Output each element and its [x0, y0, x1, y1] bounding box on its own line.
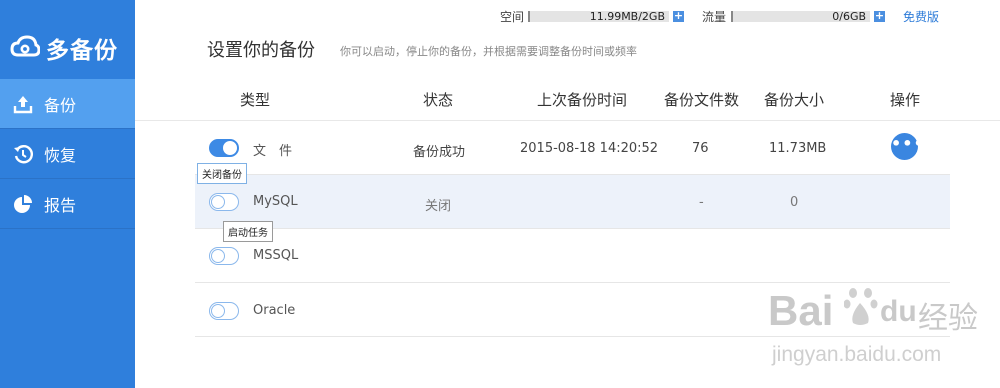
logo[interactable]: 多备份 [10, 30, 118, 66]
sidebar-item-label: 恢复 [44, 145, 77, 165]
header-size: 备份大小 [764, 91, 825, 109]
sidebar-item-report[interactable]: 报告 [0, 179, 135, 229]
header-type: 类型 [240, 91, 271, 109]
table-row: MySQL 关闭 - 0 [195, 175, 950, 229]
backup-toggle[interactable] [209, 302, 239, 320]
traffic-value: 0/6GB [832, 9, 867, 23]
sidebar: 多备份 备份 恢复 报告 [0, 0, 135, 388]
header-ops: 操作 [890, 91, 921, 109]
logo-text: 多备份 [46, 38, 118, 64]
header-file-count: 备份文件数 [664, 91, 740, 109]
row-type: 文 件 [253, 144, 293, 159]
watermark: Bai du 经验 jingyan.baidu.com [768, 285, 993, 380]
space-value: 11.99MB/2GB [589, 9, 666, 23]
row-file-count: - [699, 195, 704, 210]
cloud-logo-icon [10, 35, 40, 57]
backup-toggle[interactable] [209, 193, 239, 211]
toggle-knob [223, 141, 237, 155]
table-row: MSSQL [195, 229, 950, 283]
row-last-time: 2015-08-18 14:20:52 [520, 141, 659, 156]
toggle-knob [211, 249, 225, 263]
add-traffic-button[interactable]: + [874, 10, 886, 22]
usage-bar: 空间 11.99MB/2GB + 流量 0/6GB + 免费版 [500, 8, 939, 24]
row-size: 0 [790, 195, 799, 210]
header-status: 状态 [423, 91, 454, 109]
toggle-knob [211, 195, 225, 209]
table-row: 文 件 备份成功 2015-08-18 14:20:52 76 11.73MB … [195, 121, 950, 175]
pie-chart-icon [12, 193, 34, 215]
row-type: MSSQL [253, 248, 299, 263]
row-type: Oracle [253, 303, 296, 318]
row-size: 11.73MB [769, 141, 827, 156]
free-plan-link[interactable]: 免费版 [903, 8, 939, 25]
space-usage-bar: 11.99MB/2GB [528, 9, 670, 23]
row-type: MySQL [253, 194, 298, 209]
traffic-usage-bar: 0/6GB [731, 9, 871, 23]
backup-toggle[interactable] [209, 139, 239, 157]
sidebar-item-restore[interactable]: 恢复 [0, 129, 135, 179]
header-last-time: 上次备份时间 [537, 91, 628, 109]
sidebar-item-backup[interactable]: 备份 [0, 79, 135, 129]
add-space-button[interactable]: + [673, 10, 685, 22]
row-status: 关闭 [425, 199, 452, 214]
watermark-brand-du: du [880, 295, 917, 328]
page-subtitle: 你可以启动，停止你的备份，并根据需要调整备份时间或频率 [340, 45, 637, 58]
tooltip-start-task: 启动任务 [223, 221, 273, 242]
row-status: 备份成功 [413, 145, 466, 160]
watermark-brand: Bai [768, 287, 834, 334]
sidebar-item-label: 备份 [44, 95, 77, 115]
traffic-label: 流量 [702, 9, 727, 24]
upload-icon [12, 93, 34, 115]
row-file-count: 76 [692, 141, 709, 156]
space-label: 空间 [500, 9, 525, 24]
toggle-knob [211, 304, 225, 318]
history-icon [12, 143, 34, 165]
watermark-url: jingyan.baidu.com [772, 343, 942, 366]
more-options-button[interactable]: ••• [891, 133, 924, 160]
watermark-cn: 经验 [918, 302, 978, 335]
paw-icon [844, 288, 878, 325]
backup-toggle[interactable] [209, 247, 239, 265]
page-title: 设置你的备份 [207, 40, 315, 61]
sidebar-item-label: 报告 [44, 195, 77, 215]
tooltip-close-backup: 关闭备份 [197, 163, 247, 184]
